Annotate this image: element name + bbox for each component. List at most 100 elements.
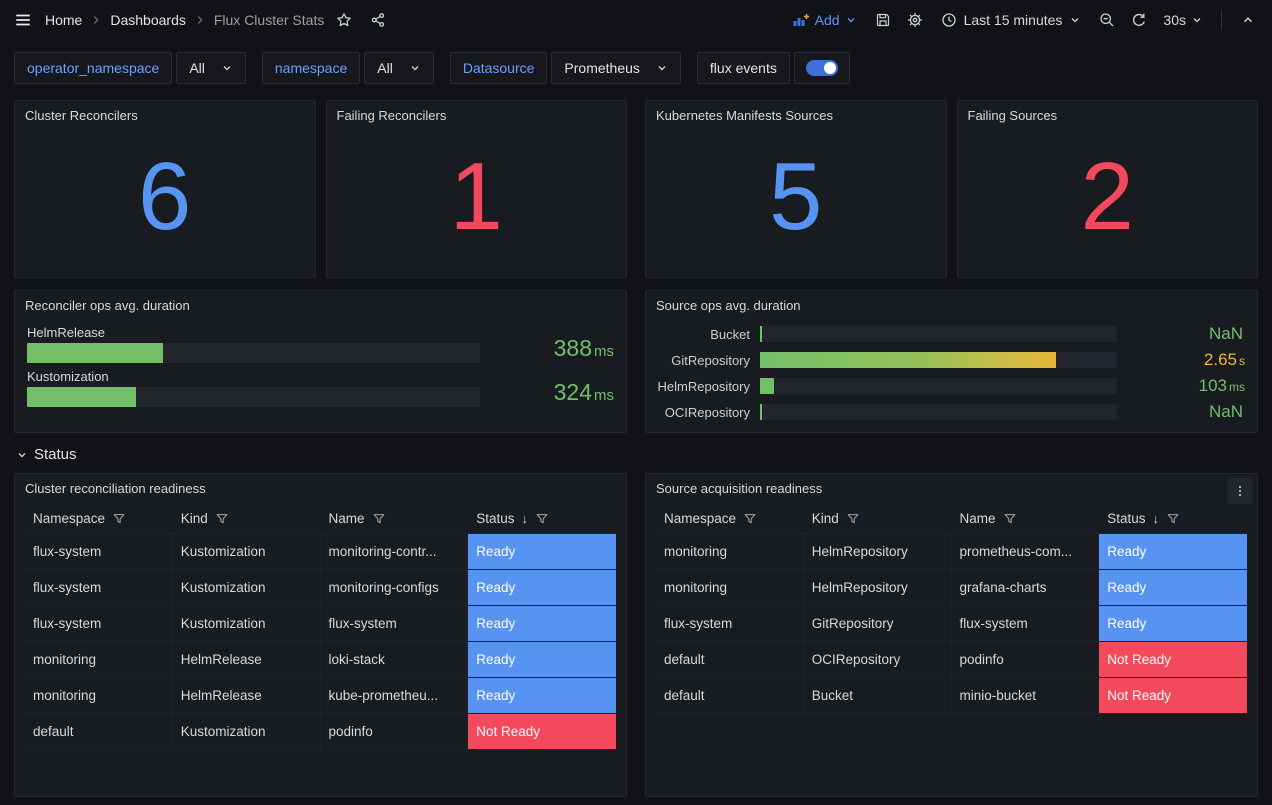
- cell-name: flux-system: [952, 606, 1100, 641]
- column-header-status[interactable]: Status ↓: [1099, 504, 1247, 533]
- table: Namespace Kind Name Status ↓: [656, 504, 1247, 714]
- namespace-dropdown[interactable]: All: [364, 52, 434, 84]
- bar-value: 2.65s: [1127, 350, 1245, 370]
- share-button[interactable]: [364, 6, 392, 34]
- toggle-pill: [806, 60, 838, 76]
- table-body: flux-systemKustomizationmonitoring-contr…: [25, 534, 616, 750]
- filter-icon[interactable]: [215, 512, 229, 526]
- filter-icon[interactable]: [846, 512, 860, 526]
- stat-value: 5: [646, 127, 946, 277]
- stat-value: 1: [327, 127, 627, 277]
- status-badge: Not Ready: [468, 714, 616, 749]
- filter-icon[interactable]: [535, 512, 549, 526]
- bar-fill: [760, 378, 774, 394]
- column-header-name[interactable]: Name: [321, 504, 469, 533]
- bar-gauge-row: HelmRelease 388ms: [27, 325, 614, 363]
- table-row: monitoringHelmRepositoryprometheus-com..…: [656, 534, 1247, 570]
- cell-name: flux-system: [321, 606, 469, 641]
- add-button[interactable]: Add: [784, 6, 865, 34]
- column-header-kind[interactable]: Kind: [804, 504, 952, 533]
- variable-namespace: namespace All: [262, 52, 434, 84]
- star-icon: [336, 12, 352, 28]
- variable-operator-namespace: operator_namespace All: [14, 52, 246, 84]
- collapse-nav-button[interactable]: [1234, 6, 1262, 34]
- status-badge: Ready: [468, 642, 616, 677]
- row-toggle-status[interactable]: Status: [16, 446, 1258, 463]
- cell-kind: Kustomization: [173, 534, 321, 569]
- filter-icon[interactable]: [112, 512, 126, 526]
- bar-fill: [760, 404, 762, 420]
- dropdown-value: Prometheus: [564, 60, 639, 76]
- column-header-kind[interactable]: Kind: [173, 504, 321, 533]
- cell-namespace: monitoring: [25, 678, 173, 713]
- bar-fill: [760, 326, 762, 342]
- panel-title[interactable]: Source acquisition readiness: [646, 474, 1257, 500]
- cell-status: Ready: [1099, 534, 1247, 569]
- table-row: monitoringHelmRepositorygrafana-chartsRe…: [656, 570, 1247, 606]
- cell-namespace: default: [656, 642, 804, 677]
- time-range-picker[interactable]: Last 15 minutes: [933, 6, 1090, 34]
- refresh-interval-picker[interactable]: 30s: [1157, 6, 1209, 34]
- time-range-label: Last 15 minutes: [964, 12, 1063, 28]
- bar-value: 388ms: [494, 335, 614, 363]
- bar-track: [760, 326, 1117, 342]
- breadcrumb-home[interactable]: Home: [45, 12, 82, 28]
- column-header-status[interactable]: Status ↓: [468, 504, 616, 533]
- column-header-namespace[interactable]: Namespace: [656, 504, 804, 533]
- panel-title[interactable]: Kubernetes Manifests Sources: [646, 101, 946, 127]
- filter-icon[interactable]: [743, 512, 757, 526]
- cell-kind: HelmRepository: [804, 534, 952, 569]
- column-header-namespace[interactable]: Namespace: [25, 504, 173, 533]
- panel-title[interactable]: Failing Sources: [958, 101, 1258, 127]
- panel-title[interactable]: Cluster reconciliation readiness: [15, 474, 626, 500]
- bar-gauge-row: HelmRepository 103ms: [650, 373, 1245, 399]
- bar-label: Kustomization: [27, 369, 480, 384]
- flux-events-label: flux events: [697, 52, 790, 84]
- operator-namespace-dropdown[interactable]: All: [176, 52, 246, 84]
- cell-name: kube-prometheu...: [321, 678, 469, 713]
- variable-flux-events: flux events: [697, 52, 850, 84]
- breadcrumb-dashboards[interactable]: Dashboards: [110, 12, 186, 28]
- save-dashboard-button[interactable]: [869, 6, 897, 34]
- panel-menu-button[interactable]: [1227, 478, 1253, 504]
- sort-desc-icon: ↓: [1153, 511, 1160, 526]
- variable-datasource: Datasource Prometheus: [450, 52, 681, 84]
- table-header: Namespace Kind Name Status ↓: [25, 504, 616, 534]
- table-row: monitoringHelmReleaseloki-stackReady: [25, 642, 616, 678]
- filter-icon[interactable]: [372, 512, 386, 526]
- panel-reconciler-ops-duration: Reconciler ops avg. duration HelmRelease…: [14, 290, 627, 433]
- cell-name: monitoring-contr...: [321, 534, 469, 569]
- table-row: monitoringHelmReleasekube-prometheu...Re…: [25, 678, 616, 714]
- status-badge: Ready: [1099, 570, 1247, 605]
- favorite-button[interactable]: [330, 6, 358, 34]
- divider: [1221, 10, 1222, 30]
- cell-namespace: flux-system: [25, 534, 173, 569]
- cell-kind: Kustomization: [173, 570, 321, 605]
- panel-title[interactable]: Reconciler ops avg. duration: [15, 291, 626, 317]
- datasource-dropdown[interactable]: Prometheus: [551, 52, 680, 84]
- table-row: defaultKustomizationpodinfoNot Ready: [25, 714, 616, 750]
- bar-label: HelmRepository: [650, 379, 750, 394]
- breadcrumb-current: Flux Cluster Stats: [214, 12, 324, 28]
- column-header-name[interactable]: Name: [952, 504, 1100, 533]
- dropdown-value: All: [189, 60, 205, 76]
- refresh-button[interactable]: [1125, 6, 1153, 34]
- filter-icon[interactable]: [1003, 512, 1017, 526]
- toggle-knob: [824, 62, 836, 74]
- bar-track: [27, 343, 480, 363]
- zoom-out-time-button[interactable]: [1093, 6, 1121, 34]
- table-row: flux-systemKustomizationmonitoring-contr…: [25, 534, 616, 570]
- flux-events-toggle[interactable]: [794, 52, 850, 84]
- filter-icon[interactable]: [1166, 512, 1180, 526]
- panel-title[interactable]: Cluster Reconcilers: [15, 101, 315, 127]
- cell-namespace: monitoring: [656, 570, 804, 605]
- bar-gauge-row: OCIRepository NaN: [650, 399, 1245, 425]
- panel-title[interactable]: Source ops avg. duration: [646, 291, 1257, 317]
- bar-track: [27, 387, 480, 407]
- chevron-down-icon: [1069, 14, 1081, 26]
- cell-kind: GitRepository: [804, 606, 952, 641]
- panel-title[interactable]: Failing Reconcilers: [327, 101, 627, 127]
- dashboard-settings-button[interactable]: [901, 6, 929, 34]
- menu-toggle-button[interactable]: [0, 0, 45, 40]
- chevron-right-icon: [193, 13, 207, 27]
